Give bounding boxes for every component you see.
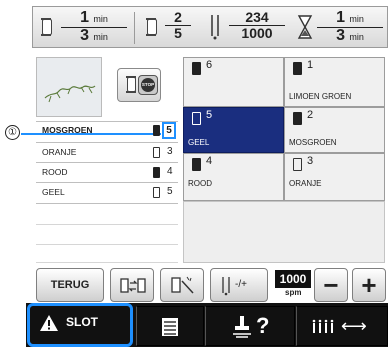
list-item-name: MOSGROEN [42,125,93,135]
spool-icon [153,147,160,158]
color-slot-name: ROOD [188,179,212,188]
stitch-step-button[interactable]: -/+ [210,268,268,302]
hourglass-icon [297,15,313,39]
rtime-den-unit: min [349,32,364,42]
color-slot[interactable]: 1 LIMOEN GROEN [284,57,385,107]
arrow-left-right-icon: ⟷ [341,316,367,336]
list-item-name: ORANJE [42,147,77,157]
spool-icon [153,167,160,178]
color-slot-number: 5 [206,109,213,121]
callout-marker: ① [5,125,20,140]
help-icon: ? [256,313,270,338]
spool-icon [293,158,302,171]
status-bar: 1 min 3 min 2 5 234 1000 1 min 3 min [32,6,388,48]
color-slot[interactable]: 4 ROOD [183,153,284,201]
color-slot-name: LIMOEN GROEN [289,92,352,101]
spool-icon [293,62,302,75]
grid-empty-area [183,201,385,263]
presser-foot-icon [232,315,252,339]
stop-icon-text: STOP [141,78,155,92]
divider [36,224,178,225]
speed-plus-button[interactable]: + [352,268,386,302]
color-slot-name: GEEL [188,138,210,147]
back-button[interactable]: TERUG [36,268,104,302]
list-item[interactable]: MOSGROEN 5 [36,122,178,140]
time-num: 1 [80,9,89,26]
stop-button[interactable]: STOP [117,68,161,102]
spool-icon [192,112,201,125]
list-item[interactable]: GEEL 5 [36,183,178,201]
list-item-name: GEEL [42,187,65,197]
divider [36,244,178,245]
speed-value: 1000 [275,270,311,288]
color-count: 2 5 [165,10,191,41]
jump-button[interactable] [160,268,204,302]
minus-icon: − [323,270,339,300]
speed-indicator: 1000 spm [275,268,311,302]
spool-icon [153,125,160,136]
color-slot-number: 1 [307,59,314,71]
stop-icon: STOP [138,75,158,95]
color-slot[interactable]: 6 [183,57,284,107]
color-slot-number: 4 [206,155,213,167]
list-item-number: 5 [162,122,176,139]
spool-jump-icon [169,275,197,297]
list-item[interactable]: ORANJE 3 [36,143,178,161]
slot-button[interactable]: SLOT [27,303,133,347]
divider [36,203,178,204]
color-count-num: 2 [165,10,191,26]
color-slot-name: ORANJE [289,179,322,188]
divider [36,262,178,263]
spool-icon [192,62,201,75]
list-item-number: 3 [167,146,173,157]
list-view-button[interactable] [136,306,204,346]
color-slot[interactable]: 3 ORANJE [284,153,385,201]
color-slot-name: MOSGROEN [289,138,337,147]
color-slot-selected[interactable]: 5 GEEL [183,107,284,153]
stitch-count: 234 1000 [229,10,285,41]
spool-icon [41,18,52,36]
stitch-step-label: -/+ [235,279,247,290]
speed-unit: spm [285,288,302,297]
spool-icon [126,76,136,93]
speed-minus-button[interactable]: − [314,268,348,302]
color-slot-number: 6 [206,59,213,71]
color-slot-number: 2 [307,109,314,121]
list-item[interactable]: ROOD 4 [36,163,178,181]
stitch-count-den: 1000 [241,25,273,41]
color-count-den: 5 [174,25,182,41]
sewing-time: 1 min 3 min [61,10,127,45]
color-slot-number: 3 [307,155,314,167]
time-den: 3 [80,27,89,44]
thread-icon [311,319,335,335]
time-num-unit: min [93,14,108,24]
stitch-count-num: 234 [229,10,285,26]
spool-icon [192,158,201,171]
list-item-number: 5 [167,186,173,197]
rtime-den: 3 [336,27,345,44]
divider [134,12,135,44]
warning-icon [39,314,59,332]
spool-icon [146,18,157,36]
list-item-name: ROOD [42,167,68,177]
needle-icon [208,14,222,40]
thread-tension-button[interactable]: ⟷ [296,306,388,346]
spool-icon [153,187,160,198]
color-slot[interactable]: 2 MOSGROEN [284,107,385,153]
help-button[interactable]: ? [205,306,295,346]
rtime-num: 1 [336,9,345,26]
time-den-unit: min [93,32,108,42]
list-item-number: 4 [167,166,173,177]
swap-color-button[interactable] [110,268,154,302]
rtime-num-unit: min [349,14,364,24]
plus-icon: + [361,270,377,300]
remaining-time: 1 min 3 min [317,10,383,45]
swap-spool-icon [119,275,147,297]
needle-icon [220,276,232,296]
spool-icon [293,112,302,125]
slot-label: SLOT [66,315,98,329]
embroidery-preview [36,57,102,117]
back-button-label: TERUG [50,279,90,291]
checklist-icon [161,317,179,337]
